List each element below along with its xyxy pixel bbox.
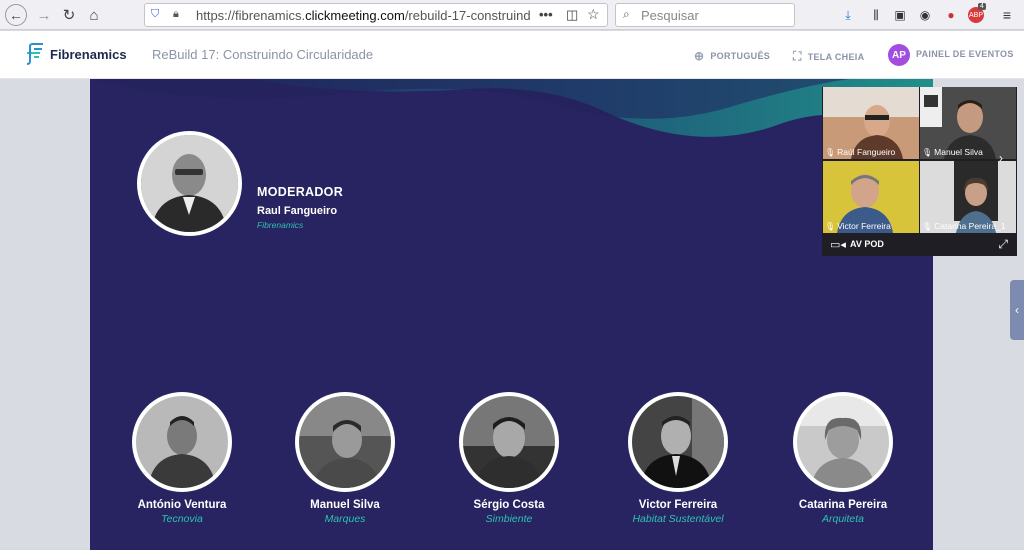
pod-title: AV POD <box>850 239 884 249</box>
speaker-card: Victor Ferreira Habitat Sustentável <box>603 392 753 525</box>
back-icon[interactable]: ← <box>5 4 27 26</box>
menu-icon[interactable]: ≡ <box>999 7 1015 23</box>
mic-icon: 🎙︎ <box>922 221 933 231</box>
mic-icon: 🎙︎ <box>825 147 836 157</box>
account-icon[interactable]: ◉ <box>917 7 933 23</box>
video-tile-label: 🎙︎ Raúl Fangueiro <box>825 147 896 157</box>
fullscreen-icon: ⛶ <box>793 49 802 63</box>
reload-icon[interactable]: ↻ <box>58 4 80 26</box>
mic-icon: 🎙︎ <box>825 221 836 231</box>
video-tile[interactable]: 🎙︎ Catarina Pereira_1 <box>920 161 1016 233</box>
video-tile-label: 🎙︎ Victor Ferreira <box>825 221 891 231</box>
search-input[interactable]: ⌕ Pesquisar <box>615 3 795 27</box>
mic-icon: 🎙︎ <box>922 147 933 157</box>
video-tile-label: 🎙︎ Catarina Pereira_1 <box>922 221 1006 231</box>
speaker-org: Arquiteta <box>821 513 865 525</box>
fibrenamics-logo-icon <box>26 43 43 65</box>
fullscreen-label: TELA CHEIA <box>807 51 865 62</box>
speaker-org: Simbiente <box>485 513 533 525</box>
speaker-name: Sérgio Costa <box>473 499 545 511</box>
chevron-right-icon[interactable]: › <box>999 151 1003 165</box>
video-tile-label: 🎙︎ Manuel Silva <box>922 147 983 157</box>
speaker-card: Sérgio Costa Simbiente <box>434 392 584 525</box>
pocket-icon[interactable]: ◫ <box>566 7 578 23</box>
speaker-photo <box>463 396 555 488</box>
speaker-name: António Ventura <box>137 499 227 511</box>
side-panel-toggle[interactable]: ‹ <box>1010 280 1024 340</box>
bookmark-star-icon[interactable]: ☆ <box>587 6 600 23</box>
speaker-card: Manuel Silva Marques <box>270 392 420 525</box>
video-tile[interactable]: 🎙︎ Victor Ferreira <box>823 161 919 233</box>
download-icon[interactable]: ⤓ <box>840 7 856 23</box>
avatar[interactable]: AP <box>888 44 910 66</box>
moderator-org: Fibrenamics <box>257 220 304 230</box>
page-actions-icon[interactable]: ••• <box>539 7 553 22</box>
globe-icon: ⊕ <box>694 49 705 63</box>
chevron-left-icon: ‹ <box>1015 303 1019 317</box>
language-button[interactable]: ⊕ PORTUGUÊS <box>694 49 770 63</box>
event-title: ReBuild 17: Construindo Circularidade <box>152 47 374 62</box>
moderator-name: Raul Fangueiro <box>257 205 338 217</box>
url-text: https://fibrenamics.clickmeeting.com/reb… <box>196 8 531 23</box>
camera-icon[interactable]: ▭◂ <box>830 238 846 251</box>
extension-badge: 4 <box>978 3 986 10</box>
search-placeholder: Pesquisar <box>641 8 699 23</box>
video-tile[interactable]: 🎙︎ Manuel Silva <box>920 87 1016 159</box>
event-panel-button[interactable]: PAINEL DE EVENTOS <box>916 49 1014 59</box>
browser-toolbar: ← → ↻ ⌂ ⛉ 🔒︎ https://fibrenamics.clickme… <box>0 0 1024 30</box>
speaker-name: Catarina Pereira <box>798 499 888 511</box>
speaker-card: Catarina Pereira Arquiteta <box>768 392 918 525</box>
tracking-shield-icon[interactable]: ⛉ <box>151 8 159 21</box>
speaker-photo <box>299 396 391 488</box>
app-header: Fibrenamics ReBuild 17: Construindo Circ… <box>0 31 1024 79</box>
video-tile[interactable]: 🎙︎ Raúl Fangueiro <box>823 87 919 159</box>
speaker-name: Manuel Silva <box>310 499 380 511</box>
library-icon[interactable]: ⫼ <box>868 7 884 23</box>
search-icon: ⌕ <box>623 7 630 21</box>
presentation-stage: MODERADOR Raul Fangueiro Fibrenamics Ant… <box>90 79 933 550</box>
sidebar-icon[interactable]: ▣ <box>892 7 908 23</box>
expand-icon[interactable]: ⤢ <box>998 237 1008 252</box>
logo[interactable]: Fibrenamics <box>24 43 127 65</box>
speaker-org: Marques <box>324 513 366 525</box>
speaker-photo <box>797 396 889 488</box>
speaker-org: Habitat Sustentável <box>632 513 724 525</box>
speaker-card: António Ventura Tecnovia <box>107 392 257 525</box>
event-panel-label: PAINEL DE EVENTOS <box>916 49 1014 59</box>
language-label: PORTUGUÊS <box>710 51 771 61</box>
speaker-org: Tecnovia <box>161 513 203 525</box>
av-pod[interactable]: 🎙︎ Raúl Fangueiro 🎙︎ Manuel Silva 🎙︎ Victor… <box>822 87 1017 256</box>
home-icon[interactable]: ⌂ <box>83 4 105 26</box>
speaker-photo <box>136 396 228 488</box>
speaker-name: Victor Ferreira <box>638 499 718 511</box>
speaker-photo <box>632 396 724 488</box>
pod-footer: ▭◂ AV POD ⤢ <box>822 233 1017 256</box>
url-bar[interactable]: ⛉ 🔒︎ https://fibrenamics.clickmeeting.co… <box>144 3 608 27</box>
moderator-photo <box>137 131 242 236</box>
forward-icon[interactable]: → <box>33 4 55 26</box>
lock-icon[interactable]: 🔒︎ <box>173 8 179 21</box>
moderator-label: MODERADOR <box>257 185 344 199</box>
fullscreen-button[interactable]: ⛶ TELA CHEIA <box>793 49 864 64</box>
logo-text: Fibrenamics <box>50 46 127 62</box>
extension-icon[interactable]: ● <box>943 7 959 23</box>
